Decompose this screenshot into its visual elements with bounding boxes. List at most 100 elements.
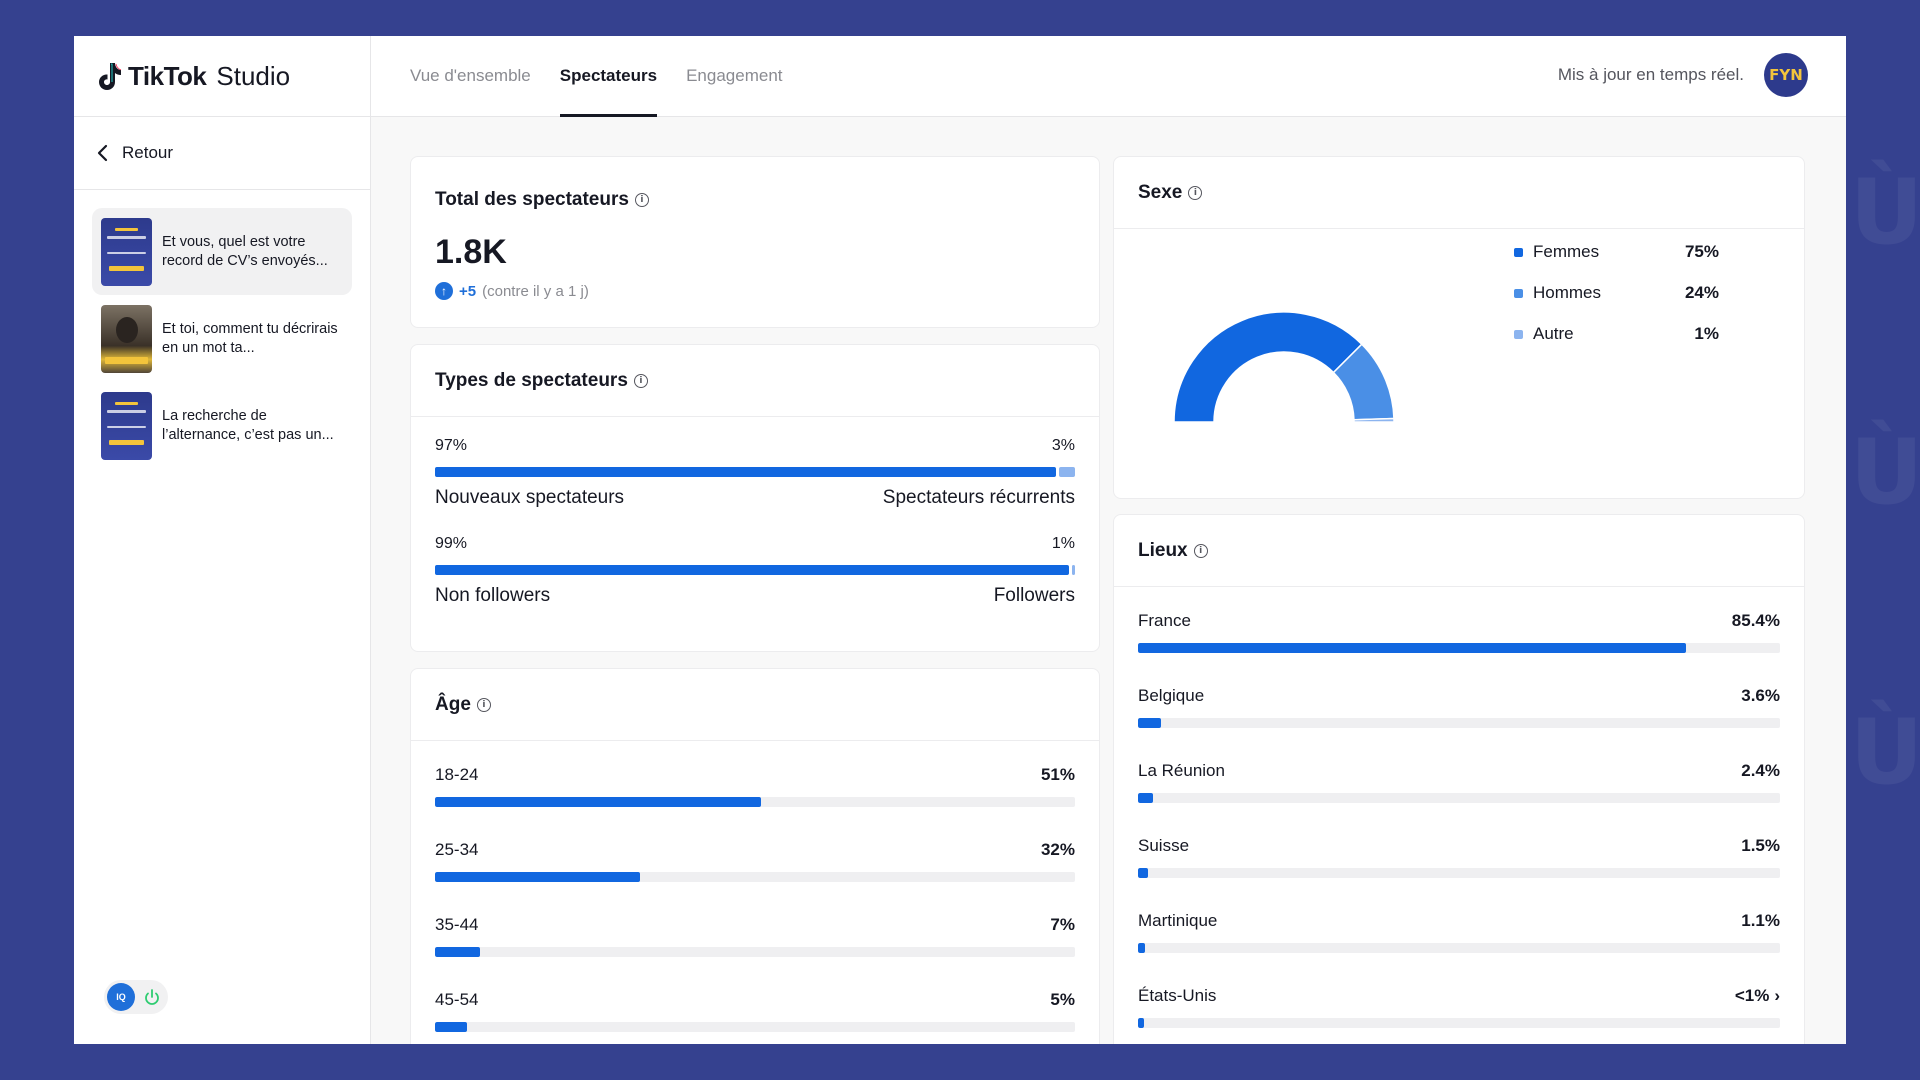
meter-fill [435,872,640,882]
meter-fill [435,947,480,957]
meter-percent-value: 32% [1040,840,1075,859]
meter-header: 25-34 32% [435,840,1075,860]
chevron-left-icon [97,144,108,162]
legend-label: Autre [1533,324,1574,343]
delta-value: +5 [459,282,477,300]
info-icon[interactable]: i [476,697,491,712]
split-label-row: Nouveaux spectateurs Spectateurs récurre… [435,487,1075,509]
realtime-status: Mis à jour en temps réel. [1557,65,1744,84]
meter-label: Martinique [1138,911,1218,930]
meter-header: États-Unis <1% › [1138,986,1780,1006]
meter-row[interactable]: États-Unis <1% › [1138,986,1780,1028]
split-left-label: Non followers [435,585,551,606]
split-label-row: Non followers Followers [435,585,1075,607]
tab-viewers[interactable]: Spectateurs [559,36,658,117]
card-header: Types de spectateurs i [411,345,1099,417]
gender-gauge-chart [1174,311,1395,423]
meter-percent: <1% › [1735,986,1780,1006]
meter-row: France 85.4% [1138,611,1780,653]
legend-value: 1% [1694,324,1719,343]
video-list: Et vous, quel est votre record de CV’s e… [74,190,370,469]
age-meter-list: 18-24 51% 25-34 32% 35-44 7% 45-54 5% [411,741,1099,1032]
app-window: TikTok Studio Retour Et vous, quel est v… [74,36,1846,1044]
background-decoration: Ù [1850,160,1920,265]
legend-value: 75% [1684,242,1719,261]
video-title: Et vous, quel est votre record de CV’s e… [162,233,328,269]
meter-percent-value: 7% [1050,915,1075,934]
meter-track [1138,793,1780,803]
meter-percent-value: 3.6% [1741,686,1780,705]
split-bar-secondary [1071,565,1075,575]
card-header: Lieux i [1114,515,1804,587]
video-list-item[interactable]: La recherche de l’alternance, c’est pas … [92,382,352,469]
split-left-percent: 97% [435,437,468,454]
meter-percent-value: 2.4% [1741,761,1780,780]
tab-engagement[interactable]: Engagement [686,36,782,117]
video-title: Et toi, comment tu décrirais en un mot t… [162,320,338,356]
split-bar [435,565,1075,575]
meter-track [1138,868,1780,878]
meter-percent: 85.4% [1732,611,1780,631]
meter-percent-value: 5% [1050,990,1075,1009]
meter-track [435,797,1075,807]
meter-fill [1138,793,1154,803]
gender-legend: Femmes 75% Hommes 24% Autre 1% [1514,242,1719,365]
card-title: Total des spectateurs [435,189,629,210]
card-header: Âge i [411,669,1099,741]
total-viewers-card: Total des spectateurs i 1.8K ↑ +5 (contr… [410,156,1100,328]
top-navigation: Vue d'ensemble Spectateurs Engagement Mi… [371,36,1846,117]
video-thumbnail [101,217,152,286]
meter-label: États-Unis [1138,986,1217,1005]
split-right-percent: 1% [1051,535,1075,552]
meter-track [1138,943,1780,953]
info-icon[interactable]: i [633,373,648,388]
video-list-item[interactable]: Et vous, quel est votre record de CV’s e… [92,208,352,295]
info-icon[interactable]: i [1188,185,1203,200]
legend-swatch [1514,288,1523,298]
meter-label: 45-54 [435,990,479,1009]
back-label: Retour [122,143,174,162]
meter-track [435,1022,1075,1032]
video-list-item[interactable]: Et toi, comment tu décrirais en un mot t… [92,295,352,382]
chevron-right-icon[interactable]: › [1774,986,1780,1005]
avatar[interactable]: FYN [1764,53,1808,97]
meter-label: 18-24 [435,765,479,784]
split-row-new-returning: 97% 3% Nouveaux spectateurs Spectateurs … [435,437,1075,509]
meter-percent: 51% [1041,765,1075,785]
logo-text: TikTok [128,60,207,91]
meter-header: Suisse 1.5% [1138,836,1780,856]
meter-percent-value: 1.1% [1741,911,1780,930]
split-percent-row: 97% 3% [435,437,1075,455]
card-header: Total des spectateurs i [411,157,1099,243]
video-thumbnail [101,304,152,373]
meter-row: Belgique 3.6% [1138,686,1780,728]
tab-overview[interactable]: Vue d'ensemble [410,36,531,117]
back-button[interactable]: Retour [74,117,370,190]
locations-meter-list: France 85.4% Belgique 3.6% La Réunion 2.4% Sui… [1114,587,1804,1044]
logo-subtext: Studio [216,60,291,91]
info-icon[interactable]: i [634,193,649,207]
legend-item: Femmes 75% [1514,242,1719,262]
extension-toggle[interactable]: IQ [104,980,168,1014]
split-left-percent: 99% [435,535,468,552]
info-icon[interactable]: i [1193,543,1208,558]
legend-value: 24% [1684,283,1719,302]
app-logo[interactable]: TikTok Studio [74,36,370,117]
power-icon[interactable] [143,988,161,1006]
meter-track [1138,643,1780,653]
legend-item: Hommes 24% [1514,283,1719,303]
gauge-segment-autre [1353,417,1395,423]
meter-label: Belgique [1138,686,1205,705]
meter-row: La Réunion 2.4% [1138,761,1780,803]
meter-header: 35-44 7% [435,915,1075,935]
split-row-followers: 99% 1% Non followers Followers [435,535,1075,607]
meter-header: 18-24 51% [435,765,1075,785]
split-bar-primary [435,565,1069,575]
split-left-label: Nouveaux spectateurs [435,487,625,508]
split-bar [435,467,1075,477]
meter-fill [435,1022,467,1032]
meter-track [435,947,1075,957]
meter-track [1138,718,1780,728]
split-bar-secondary [1058,467,1075,477]
meter-percent: 3.6% [1741,686,1780,706]
